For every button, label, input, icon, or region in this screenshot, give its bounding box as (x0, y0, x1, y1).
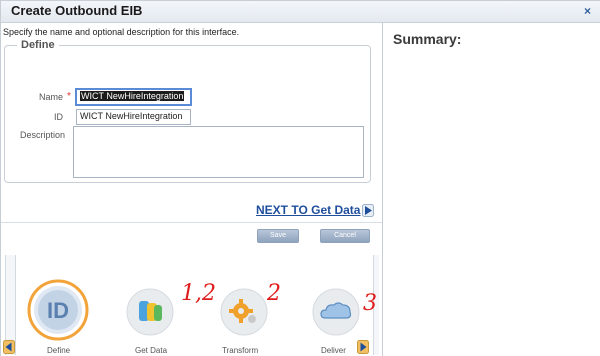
divider (1, 222, 382, 223)
instruction-text: Specify the name and optional descriptio… (3, 27, 240, 37)
wizard-steps: ID Define Get Data Transform Deliver 1,2… (1, 251, 382, 356)
dialog-titlebar: Create Outbound EIB × (1, 1, 600, 23)
name-field-value: WICT NewHireIntegration (80, 91, 185, 101)
previous-step-icon[interactable] (3, 340, 15, 354)
annotation-3: 3 (363, 291, 377, 316)
summary-pane: Summary: (382, 23, 600, 356)
cloud-icon (312, 288, 360, 336)
data-icon (126, 288, 174, 336)
annotation-2: 2 (267, 281, 281, 306)
close-icon[interactable]: × (584, 4, 591, 18)
next-to-get-data-link[interactable]: NEXT TO Get Data (256, 203, 360, 217)
id-icon: ID (27, 279, 89, 341)
step-label-deliver: Deliver (321, 346, 346, 355)
step-transform[interactable] (219, 287, 269, 337)
name-label: Name (38, 92, 63, 102)
name-field[interactable]: WICT NewHireIntegration (75, 88, 192, 106)
step-deliver[interactable] (311, 287, 361, 337)
create-outbound-eib-dialog: Create Outbound EIB × Specify the name a… (0, 0, 600, 356)
define-section-title: Define (17, 39, 59, 51)
description-field[interactable] (73, 126, 364, 178)
cancel-button[interactable]: Cancel (320, 229, 370, 243)
step-define[interactable]: ID (27, 279, 89, 341)
step-label-transform: Transform (222, 346, 259, 355)
required-marker: * (67, 91, 71, 102)
define-section: Define Name * WICT NewHireIntegration ID… (4, 39, 371, 183)
id-label: ID (54, 112, 63, 122)
step-label-get-data: Get Data (135, 346, 168, 355)
summary-title: Summary: (393, 31, 462, 47)
left-pane: Specify the name and optional descriptio… (1, 23, 382, 356)
step-label-define: Define (47, 346, 71, 355)
id-field[interactable]: WICT NewHireIntegration (76, 109, 191, 125)
svg-text:ID: ID (47, 298, 69, 323)
gear-icon (220, 288, 268, 336)
next-step-icon[interactable] (357, 340, 369, 354)
step-get-data[interactable] (125, 287, 175, 337)
dialog-title: Create Outbound EIB (11, 3, 143, 18)
description-label: Description (19, 130, 65, 140)
annotation-1-2: 1,2 (181, 281, 216, 306)
next-arrow-icon[interactable] (362, 204, 374, 217)
save-button[interactable]: Save (257, 229, 299, 243)
